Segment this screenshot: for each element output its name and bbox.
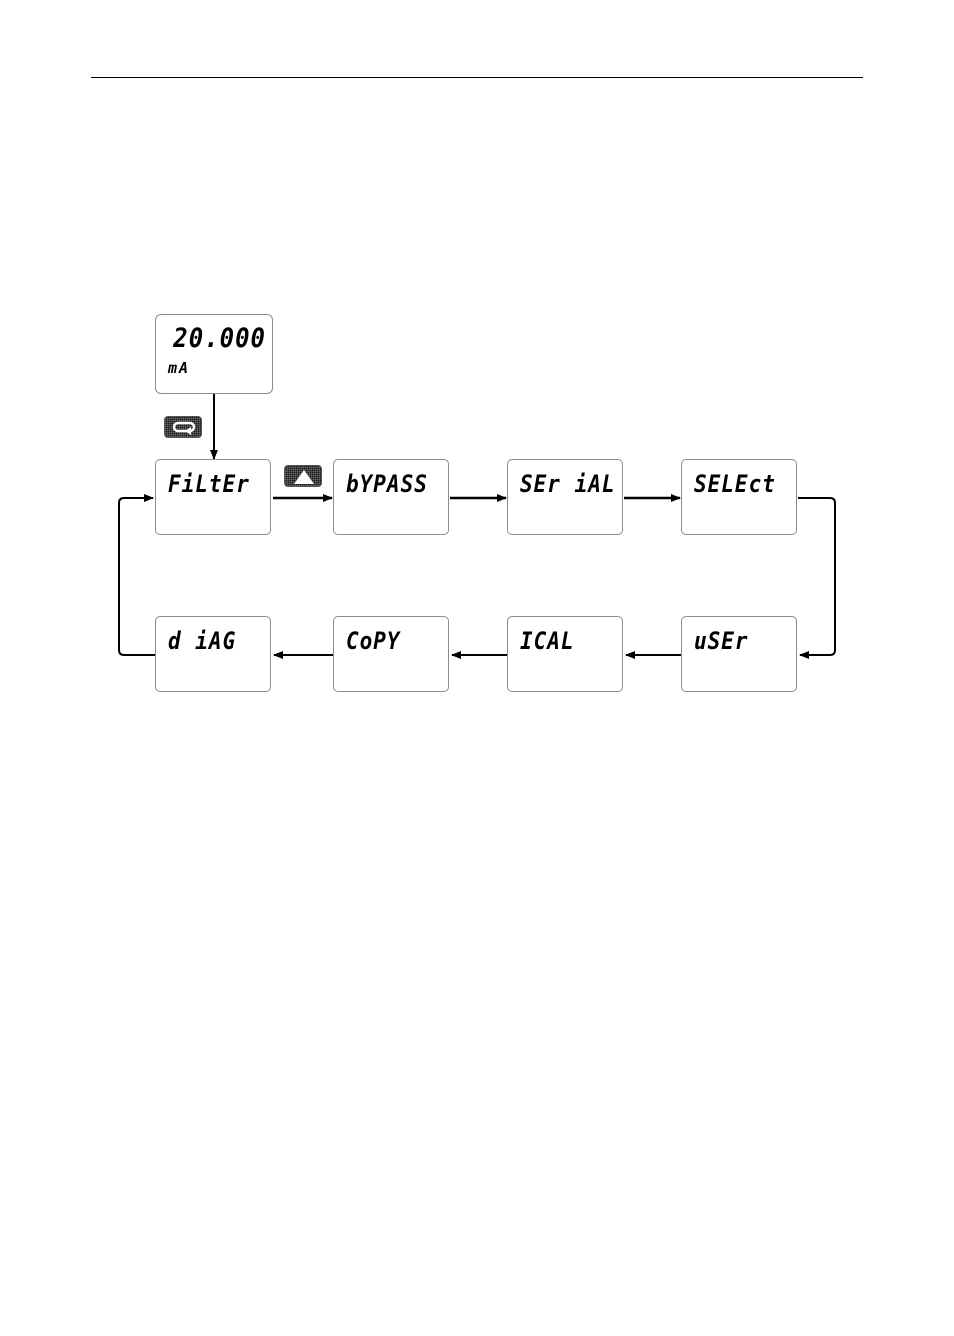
menu-item-copy[interactable]: CoPY	[333, 616, 449, 692]
menu-item-diag[interactable]: d iAG	[155, 616, 271, 692]
up-arrow-key-button[interactable]	[284, 465, 322, 487]
menu-item-select[interactable]: SELEct	[681, 459, 797, 535]
flow-connectors	[118, 394, 836, 659]
menu-item-label: CoPY	[346, 627, 401, 655]
menu-item-label: ICAL	[520, 627, 575, 655]
arrow-select-to-user	[798, 497, 836, 659]
meter-display: 20.000 mA	[155, 314, 273, 394]
menu-item-label: FiLtEr	[168, 470, 250, 498]
menu-item-user[interactable]: uSEr	[681, 616, 797, 692]
menu-item-serial[interactable]: SEr iAL	[507, 459, 623, 535]
menu-item-filter[interactable]: FiLtEr	[155, 459, 271, 535]
display-value: 20.000	[173, 322, 266, 354]
display-unit: mA	[168, 359, 191, 377]
menu-item-bypass[interactable]: bYPASS	[333, 459, 449, 535]
up-arrow-icon	[294, 470, 314, 484]
enter-key-button[interactable]	[164, 416, 202, 438]
enter-loop-icon	[172, 421, 196, 435]
menu-item-label: SELEct	[694, 470, 776, 498]
menu-item-ical[interactable]: ICAL	[507, 616, 623, 692]
menu-item-label: d iAG	[168, 627, 237, 655]
menu-item-label: bYPASS	[346, 470, 428, 498]
menu-item-label: SEr iAL	[520, 470, 616, 498]
menu-item-label: uSEr	[694, 627, 749, 655]
arrow-diag-to-filter	[118, 494, 155, 656]
